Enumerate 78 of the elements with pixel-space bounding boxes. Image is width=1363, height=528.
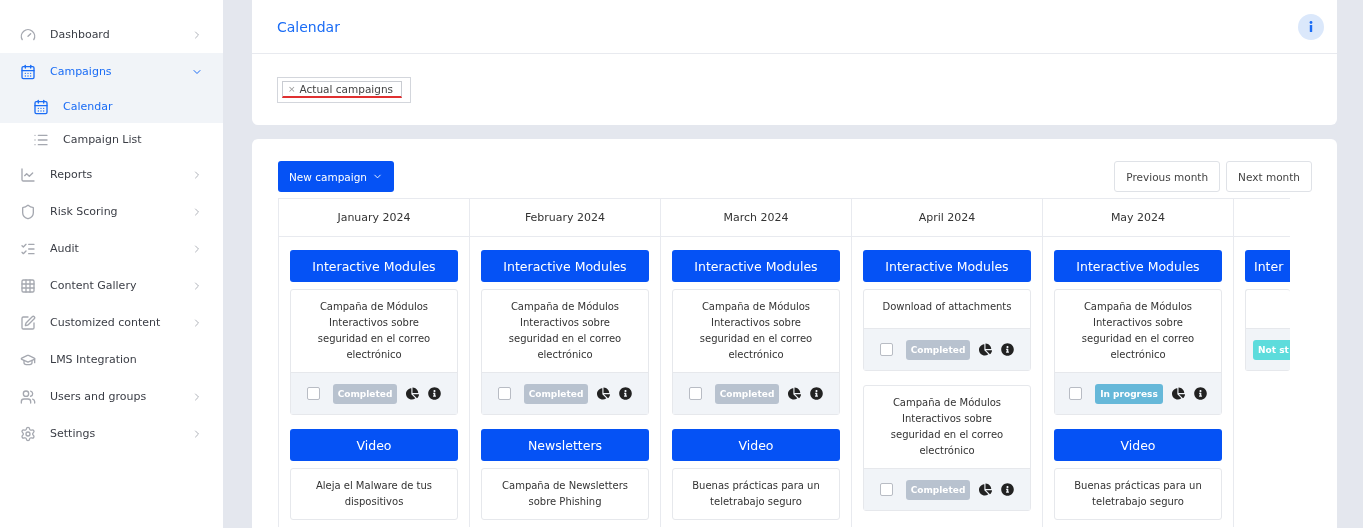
info-icon[interactable] xyxy=(1001,483,1015,496)
campaign-title: Buenas prácticas para un teletrabajo seguro xyxy=(692,480,820,507)
sidebar-item[interactable]: Audit xyxy=(0,230,223,267)
new-campaign-button[interactable]: New campaign xyxy=(278,161,394,192)
pie-chart-icon[interactable] xyxy=(788,387,802,400)
campaign-type-button[interactable]: Interactive Modules xyxy=(1054,250,1222,282)
status-badge: In progress xyxy=(1095,383,1163,404)
settings-icon xyxy=(20,425,36,442)
campaign-title: Campaña de Módulos Interactivos sobre seguridad en el correo electrónico xyxy=(508,301,622,360)
page-title: Calendar xyxy=(277,18,340,35)
status-badge: Completed xyxy=(523,383,589,404)
sidebar-item[interactable]: Users and groups xyxy=(0,378,223,415)
pie-chart-icon[interactable] xyxy=(1171,387,1185,400)
info-icon[interactable] xyxy=(619,387,633,400)
status-badge: Completed xyxy=(905,339,971,360)
campaign-type-button[interactable]: Interactive Modules xyxy=(672,250,840,282)
campaign-title: Campaña de Módulos Interactivos sobre seguridad en el correo electrónico xyxy=(317,301,431,360)
sidebar-item[interactable]: Risk Scoring xyxy=(0,193,223,230)
grid-icon xyxy=(20,277,36,294)
tag-label: Actual campaigns xyxy=(299,83,394,95)
info-icon[interactable] xyxy=(428,387,442,400)
filter-field[interactable]: × Actual campaigns xyxy=(277,77,412,103)
sidebar-item[interactable]: LMS Integration xyxy=(0,341,223,378)
checkbox[interactable] xyxy=(688,387,702,400)
month-header: March 2024 xyxy=(661,199,851,237)
status-badge: Completed xyxy=(714,383,780,404)
edit-icon xyxy=(20,314,36,331)
calendar-icon xyxy=(33,98,49,115)
month-header: February 2024 xyxy=(470,199,660,237)
campaign-title: Campaña de Módulos Interactivos sobre seguridad en el correo electrónico xyxy=(890,397,1004,456)
previous-month-button[interactable]: Previous month xyxy=(1114,161,1221,192)
users-icon xyxy=(20,388,36,405)
sidebar-subitem[interactable]: Campaign List xyxy=(0,123,223,156)
campaign-type-button[interactable]: Interactive Modules xyxy=(290,250,458,282)
gauge-icon xyxy=(20,26,36,43)
sidebar-subitem[interactable]: Calendar xyxy=(0,90,223,123)
pie-chart-icon[interactable] xyxy=(406,387,420,400)
pie-chart-icon[interactable] xyxy=(979,343,993,356)
status-badge: Not st xyxy=(1253,339,1290,360)
checkbox[interactable] xyxy=(879,483,893,496)
calendar-icon xyxy=(20,63,36,80)
sidebar-item[interactable]: Settings xyxy=(0,415,223,452)
checkbox[interactable] xyxy=(306,387,320,400)
campaign-title: Aleja el Malware de tus dispositivos xyxy=(315,480,433,507)
checkbox[interactable] xyxy=(497,387,511,400)
campaign-title: Download of attachments xyxy=(882,301,1012,312)
checkbox[interactable] xyxy=(1069,387,1083,400)
shield-icon xyxy=(20,203,36,220)
month-header: May 2024 xyxy=(1043,199,1233,237)
sidebar-item[interactable]: Dashboard xyxy=(0,16,223,53)
pie-chart-icon[interactable] xyxy=(597,387,611,400)
campaign-title: Campaña de Newsletters sobre Phishing xyxy=(502,480,628,507)
status-badge: Completed xyxy=(332,383,398,404)
status-badge: Completed xyxy=(905,479,971,500)
info-icon[interactable] xyxy=(1001,343,1015,356)
next-month-button[interactable]: Next month xyxy=(1226,161,1312,192)
remove-tag-button[interactable]: × xyxy=(288,84,296,94)
sidebar-item[interactable]: Content Gallery xyxy=(0,267,223,304)
campaign-type-button[interactable]: Interactive Modules xyxy=(481,250,649,282)
campaign-type-button[interactable]: Newsletters xyxy=(481,429,649,461)
campaign-type-button[interactable]: Interactive Modules xyxy=(863,250,1031,282)
info-icon[interactable] xyxy=(810,387,824,400)
campaign-type-button[interactable]: Inter xyxy=(1245,250,1290,282)
sidebar-item[interactable]: Customized content xyxy=(0,304,223,341)
campaign-type-button[interactable]: Video xyxy=(1054,429,1222,461)
campaign-type-button[interactable]: Video xyxy=(672,429,840,461)
sidebar-item[interactable]: Campaigns xyxy=(0,53,223,90)
pie-chart-icon[interactable] xyxy=(979,483,993,496)
campaign-title: Campaña de Módulos Interactivos sobre seguridad en el correo electrónico xyxy=(699,301,813,360)
sidebar-item[interactable]: Reports xyxy=(0,156,223,193)
checkbox[interactable] xyxy=(879,343,893,356)
info-icon[interactable] xyxy=(1193,387,1207,400)
campaign-title: Campaña de Módulos Interactivos sobre seguridad en el correo electrónico xyxy=(1081,301,1195,360)
month-header: January 2024 xyxy=(279,199,469,237)
month-header: April 2024 xyxy=(852,199,1042,237)
line-chart-icon xyxy=(20,166,36,183)
campaign-type-button[interactable]: Video xyxy=(290,429,458,461)
campaign-title: Buenas prácticas para un teletrabajo seguro xyxy=(1074,480,1202,507)
